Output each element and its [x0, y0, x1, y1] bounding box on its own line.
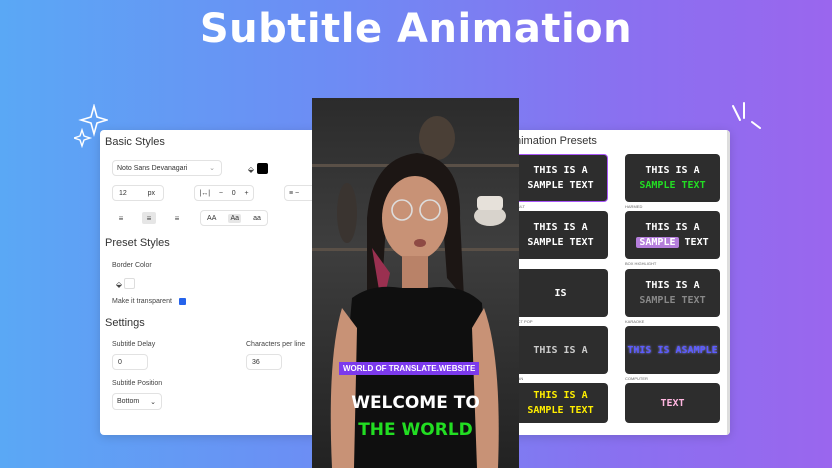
preset-tile[interactable]: IS — [513, 269, 608, 317]
font-value: Noto Sans Devanagari — [117, 164, 188, 172]
transparent-checkbox[interactable] — [179, 298, 186, 305]
subtitle-delay-value: 0 — [118, 358, 122, 366]
spacing-value: 0 — [231, 189, 236, 197]
preset-styles-heading: Preset Styles — [105, 237, 170, 249]
subtitle-delay-label: Subtitle Delay — [112, 341, 156, 348]
preset-tile[interactable]: THIS IS A SAMPLE TEXT — [625, 211, 720, 259]
caption-banner: WORLD OF TRANSLATE.WEBSITE — [339, 362, 480, 375]
preset-tile[interactable]: THIS IS A SAMPLE TEXT — [513, 211, 608, 259]
animation-presets-heading: nimation Presets — [515, 135, 597, 147]
preset-tile[interactable]: THIS IS A SAMPLE TEXT — [625, 269, 720, 317]
fill-color-icon[interactable]: ⬙ — [244, 163, 258, 175]
subtitle-delay-input[interactable]: 0 — [112, 354, 148, 370]
chars-per-line-value: 36 — [252, 358, 260, 366]
line-height-icon: ≡ − — [289, 189, 300, 197]
text-case-group: AA Aa aa — [200, 210, 268, 226]
align-right-icon[interactable]: ≡ — [170, 212, 184, 224]
font-size-value: 12 — [119, 189, 127, 197]
preset-tile[interactable]: THIS IS A SAMPLE TEXT — [513, 383, 608, 423]
font-select[interactable]: Noto Sans Devanagari ⌄ — [112, 160, 222, 176]
chars-per-line-input[interactable]: 36 — [246, 354, 282, 370]
case-lower[interactable]: aa — [253, 215, 261, 222]
preset-tile[interactable]: THIS IS A — [513, 326, 608, 374]
subtitle-position-label: Subtitle Position — [112, 380, 163, 387]
chars-per-line-label: Characters per line — [246, 341, 306, 348]
chevron-down-icon: ⌄ — [150, 398, 156, 406]
plus-icon[interactable]: + — [244, 190, 248, 197]
preset-tile[interactable]: THIS IS ASAMPLE — [625, 326, 720, 374]
transparent-label: Make it transparent — [112, 298, 172, 305]
border-color-swatch[interactable] — [124, 278, 135, 289]
align-left-icon[interactable]: ≡ — [114, 212, 128, 224]
preset-tile[interactable]: THIS IS A SAMPLE TEXT — [625, 154, 720, 202]
caption-line-1: WELCOME TO — [351, 393, 480, 413]
chevron-down-icon: ⌄ — [209, 165, 215, 172]
subtitle-position-select[interactable]: Bottom ⌄ — [112, 393, 162, 410]
scrollbar[interactable] — [727, 130, 730, 435]
preset-tile[interactable]: TEXT — [625, 383, 720, 423]
align-center-icon[interactable]: ≡ — [142, 212, 156, 224]
color-swatch[interactable] — [257, 163, 268, 174]
caption-line-2: THE WORLD — [358, 420, 473, 440]
spacing-icon: |↔| — [199, 189, 211, 197]
font-unit: px — [147, 189, 155, 197]
border-color-label: Border Color — [112, 262, 152, 269]
settings-heading: Settings — [105, 317, 145, 329]
animation-presets-panel: nimation Presets THIS IS A SAMPLE TEXT A… — [510, 130, 730, 435]
case-upper[interactable]: AA — [207, 215, 216, 222]
preset-tile[interactable]: THIS IS A SAMPLE TEXT — [513, 154, 608, 202]
font-size-input[interactable]: 12 px — [112, 185, 164, 201]
subtitle-position-value: Bottom — [117, 398, 140, 405]
minus-icon[interactable]: − — [219, 190, 223, 197]
letter-spacing-stepper[interactable]: |↔| − 0 + — [194, 185, 254, 201]
hero-title: Subtitle Animation — [199, 6, 633, 52]
settings-panel: Basic Styles Noto Sans Devanagari ⌄ ⬙ 12… — [100, 130, 320, 435]
video-preview[interactable]: WORLD OF TRANSLATE.WEBSITE WELCOME TO TH… — [312, 98, 519, 468]
case-title[interactable]: Aa — [228, 213, 242, 223]
basic-styles-heading: Basic Styles — [105, 136, 165, 148]
decorative-lines-icon — [732, 102, 761, 129]
